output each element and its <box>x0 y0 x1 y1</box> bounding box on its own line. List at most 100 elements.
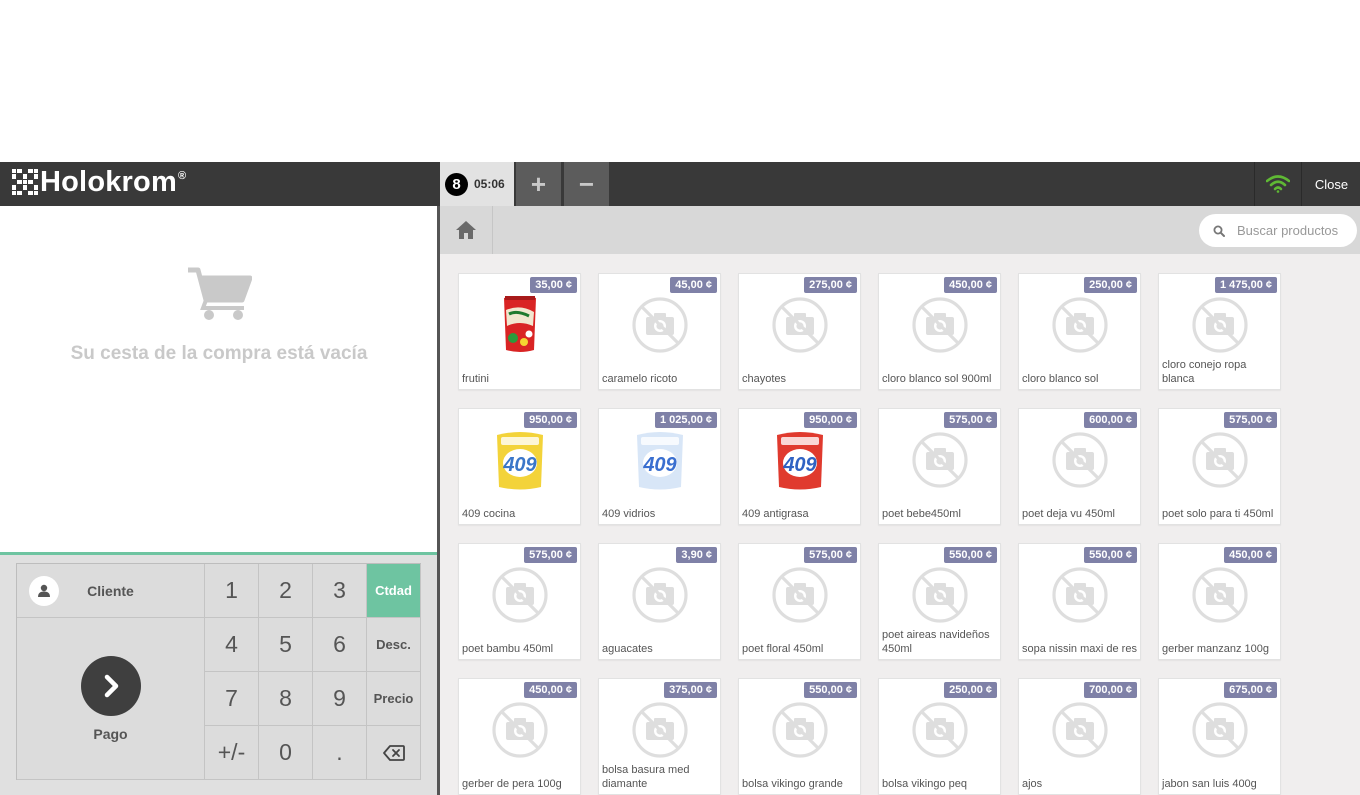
product-card[interactable]: 409 950,00 ¢ 409 cocina <box>458 408 581 525</box>
product-card[interactable]: 3,90 ¢ aguacates <box>598 543 721 660</box>
shopping-cart-icon <box>188 267 253 320</box>
no-image-icon <box>1051 701 1109 759</box>
numpad-key-2[interactable]: 2 <box>259 564 313 618</box>
product-price-tag: 3,90 ¢ <box>676 547 717 563</box>
numpad-key-sign[interactable]: +/- <box>205 726 259 780</box>
no-image-icon <box>1051 566 1109 624</box>
product-card[interactable]: 450,00 ¢ cloro blanco sol 900ml <box>878 273 1001 390</box>
numpad-key-1[interactable]: 1 <box>205 564 259 618</box>
mode-quantity-button[interactable]: Ctdad <box>367 564 421 618</box>
product-card[interactable]: 550,00 ¢ bolsa vikingo grande <box>738 678 861 795</box>
brand-name: Holokrom <box>40 165 177 198</box>
product-card[interactable]: 675,00 ¢ jabon san luis 400g <box>1158 678 1281 795</box>
numpad-key-3[interactable]: 3 <box>313 564 367 618</box>
empty-cart: Su cesta de la compra está vacía <box>0 266 438 365</box>
search-placeholder: Buscar productos <box>1237 223 1339 238</box>
product-card[interactable]: 575,00 ¢ poet bambu 450ml <box>458 543 581 660</box>
numpad-key-decimal[interactable]: . <box>313 726 367 780</box>
svg-text:409: 409 <box>782 454 817 476</box>
product-name: poet bebe450ml <box>882 508 961 520</box>
product-name: frutini <box>462 373 489 385</box>
product-card[interactable]: 575,00 ¢ poet floral 450ml <box>738 543 861 660</box>
product-name: bolsa basura med diamante <box>602 764 690 790</box>
numpad-key-0[interactable]: 0 <box>259 726 313 780</box>
product-price-tag: 450,00 ¢ <box>524 682 577 698</box>
product-card[interactable]: 600,00 ¢ poet deja vu 450ml <box>1018 408 1141 525</box>
product-name: poet solo para ti 450ml <box>1162 508 1274 520</box>
no-image-icon <box>1191 701 1249 759</box>
add-order-button[interactable]: + <box>516 162 561 206</box>
product-name: cloro blanco sol <box>1022 373 1099 385</box>
product-name: 409 vidrios <box>602 508 656 520</box>
product-price-tag: 550,00 ¢ <box>944 547 997 563</box>
product-price-tag: 550,00 ¢ <box>804 682 857 698</box>
product-card[interactable]: 35,00 ¢ frutini <box>458 273 581 390</box>
top-bar: Holokrom ® 8 05:06 + − Close <box>0 162 1360 206</box>
numpad-key-8[interactable]: 8 <box>259 672 313 726</box>
payment-button[interactable]: Pago <box>17 618 205 780</box>
backspace-button[interactable] <box>367 726 421 780</box>
product-search[interactable]: Buscar productos <box>1199 214 1357 247</box>
numpad-key-7[interactable]: 7 <box>205 672 259 726</box>
search-icon <box>1213 225 1225 237</box>
no-image-icon <box>631 296 689 354</box>
numpad-key-5[interactable]: 5 <box>259 618 313 672</box>
product-card[interactable]: 1 475,00 ¢ cloro conejo ropa blanca <box>1158 273 1281 390</box>
customer-button[interactable]: Cliente <box>17 564 205 618</box>
product-name: poet aireas navideños 450ml <box>882 629 990 655</box>
product-card[interactable]: 250,00 ¢ bolsa vikingo peq <box>878 678 1001 795</box>
product-card[interactable]: 450,00 ¢ gerber de pera 100g <box>458 678 581 795</box>
wifi-icon <box>1266 175 1290 193</box>
customer-label: Cliente <box>87 582 134 599</box>
order-tab[interactable]: 8 05:06 <box>440 162 514 206</box>
product-card[interactable]: 409 950,00 ¢ 409 antigrasa <box>738 408 861 525</box>
product-name: sopa nissin maxi de res <box>1022 643 1137 655</box>
mode-discount-button[interactable]: Desc. <box>367 618 421 672</box>
product-card[interactable]: 409 1 025,00 ¢ 409 vidrios <box>598 408 721 525</box>
no-image-icon <box>1051 296 1109 354</box>
no-image-icon <box>1191 431 1249 489</box>
payment-label: Pago <box>93 725 128 742</box>
product-card[interactable]: 450,00 ¢ gerber manzanz 100g <box>1158 543 1281 660</box>
product-card[interactable]: 45,00 ¢ caramelo ricoto <box>598 273 721 390</box>
action-pad-area: Cliente Pago 1 2 3 Ctdad 4 5 6 Desc. 7 8… <box>0 552 438 795</box>
home-category-button[interactable] <box>440 206 493 254</box>
product-card[interactable]: 375,00 ¢ bolsa basura med diamante <box>598 678 721 795</box>
numpad-key-6[interactable]: 6 <box>313 618 367 672</box>
product-card[interactable]: 700,00 ¢ ajos <box>1018 678 1141 795</box>
product-name: 409 antigrasa <box>742 508 809 520</box>
product-card[interactable]: 275,00 ¢ chayotes <box>738 273 861 390</box>
numpad-key-4[interactable]: 4 <box>205 618 259 672</box>
product-card[interactable]: 575,00 ¢ poet solo para ti 450ml <box>1158 408 1281 525</box>
product-name: caramelo ricoto <box>602 373 678 385</box>
product-panel: Buscar productos 35,00 ¢ frutini 45,00 ¢ ca… <box>440 206 1360 795</box>
product-price-tag: 35,00 ¢ <box>530 277 577 293</box>
order-number-badge: 8 <box>445 172 468 196</box>
no-image-icon <box>1191 566 1249 624</box>
product-price-tag: 1 025,00 ¢ <box>655 412 717 428</box>
product-image: 409 <box>771 427 829 493</box>
product-price-tag: 575,00 ¢ <box>524 547 577 563</box>
close-button[interactable]: Close <box>1303 162 1360 206</box>
product-name: poet floral 450ml <box>742 643 824 655</box>
no-image-icon <box>911 431 969 489</box>
empty-cart-message: Su cesta de la compra está vacía <box>70 343 368 364</box>
product-price-tag: 450,00 ¢ <box>944 277 997 293</box>
product-card[interactable]: 550,00 ¢ sopa nissin maxi de res <box>1018 543 1141 660</box>
product-price-tag: 575,00 ¢ <box>804 547 857 563</box>
product-name: bolsa vikingo peq <box>882 778 968 790</box>
product-card[interactable]: 575,00 ¢ poet bebe450ml <box>878 408 1001 525</box>
mode-price-button[interactable]: Precio <box>367 672 421 726</box>
product-card[interactable]: 550,00 ¢ poet aireas navideños 450ml <box>878 543 1001 660</box>
product-name: cloro conejo ropa blanca <box>1162 359 1247 385</box>
remove-order-button[interactable]: − <box>564 162 609 206</box>
no-image-icon <box>631 701 689 759</box>
product-image: 409 <box>631 427 689 493</box>
product-name: gerber manzanz 100g <box>1162 643 1270 655</box>
product-card[interactable]: 250,00 ¢ cloro blanco sol <box>1018 273 1141 390</box>
product-name: 409 cocina <box>462 508 516 520</box>
wifi-status <box>1254 162 1302 206</box>
product-price-tag: 250,00 ¢ <box>944 682 997 698</box>
numpad-key-9[interactable]: 9 <box>313 672 367 726</box>
order-time: 05:06 <box>474 177 505 191</box>
